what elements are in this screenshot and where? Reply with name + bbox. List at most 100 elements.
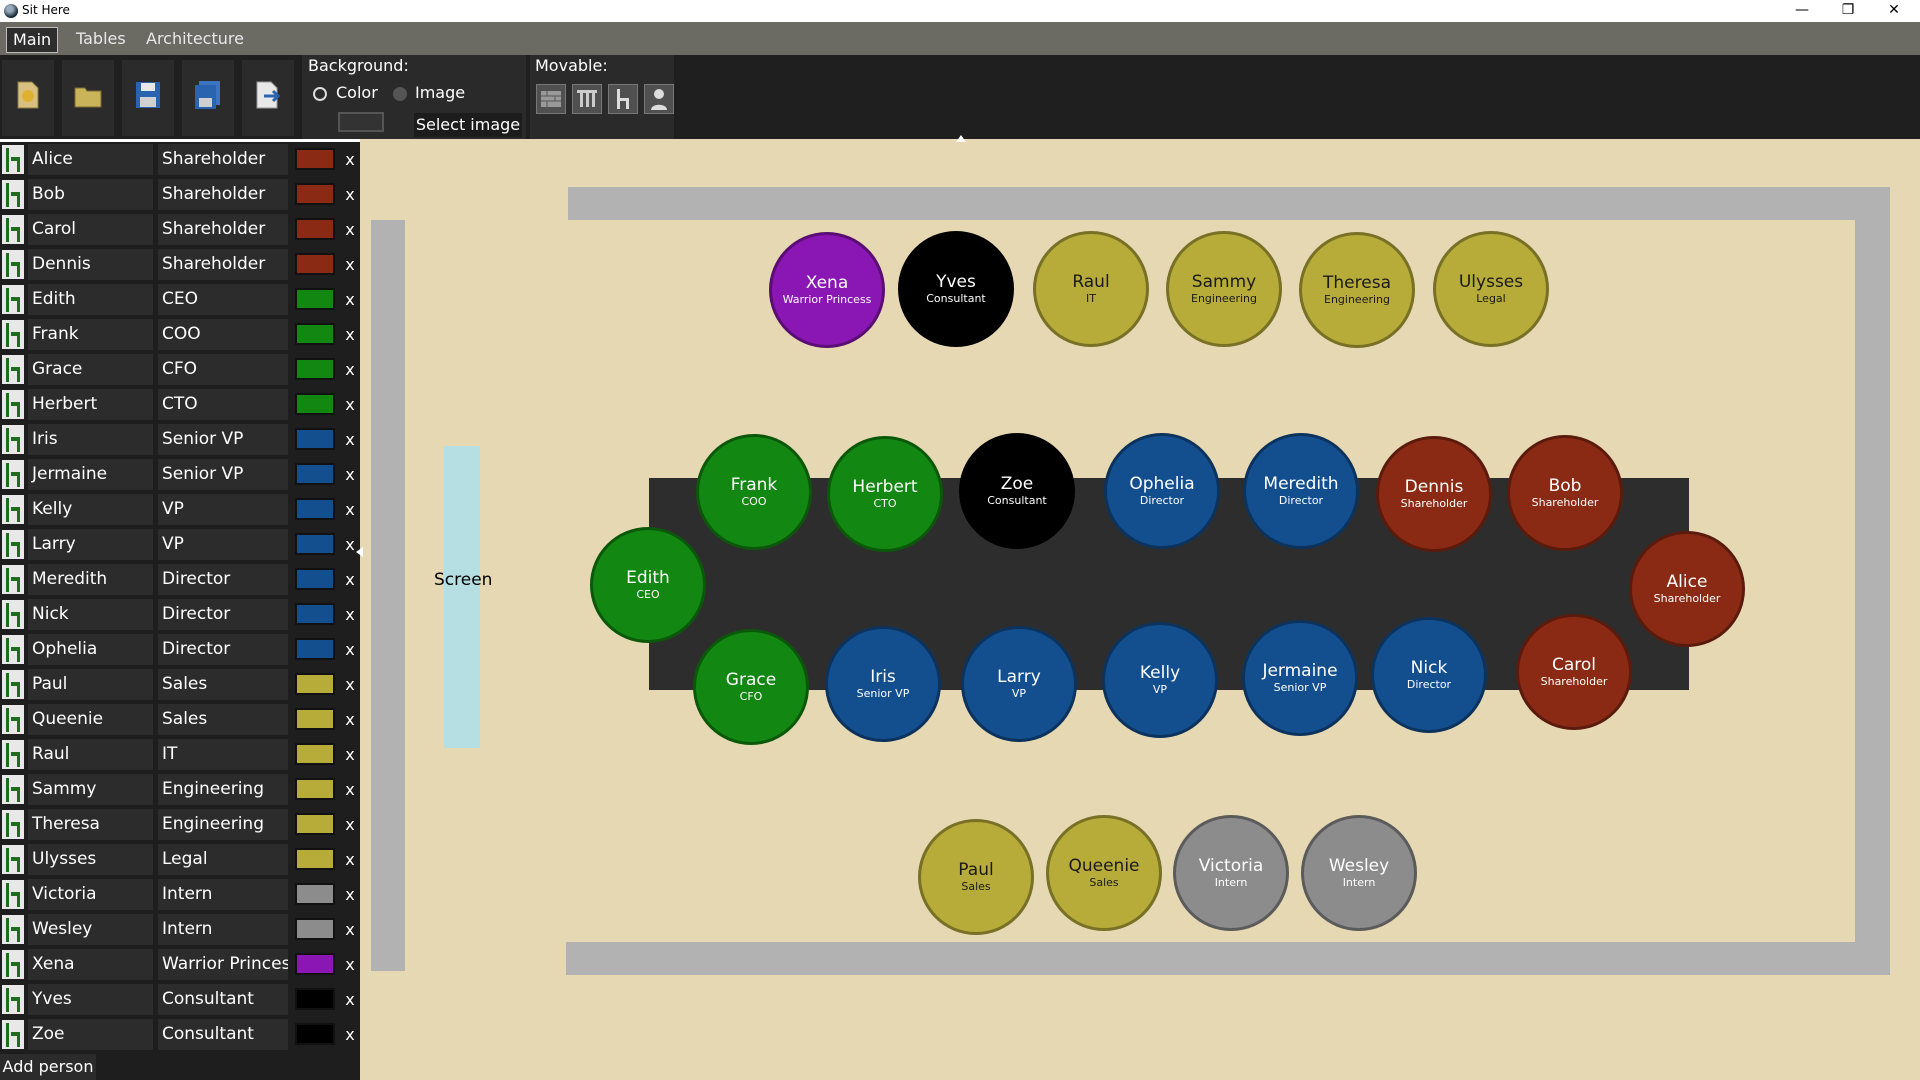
chair-icon[interactable]	[2, 670, 24, 699]
chair-icon[interactable]	[2, 565, 24, 594]
delete-person-button[interactable]: x	[342, 179, 358, 210]
chair-icon[interactable]	[2, 285, 24, 314]
person-role-field[interactable]: CFO	[158, 354, 288, 385]
image-radio[interactable]	[393, 87, 407, 101]
seated-person[interactable]: Kelly VP	[1102, 622, 1218, 738]
movable-people-toggle[interactable]	[644, 84, 674, 114]
person-color-swatch[interactable]	[295, 603, 335, 625]
seated-person[interactable]: Edith CEO	[590, 527, 706, 643]
wall-right[interactable]	[1855, 220, 1890, 975]
chair-icon[interactable]	[2, 845, 24, 874]
seated-person[interactable]: Paul Sales	[918, 819, 1034, 935]
person-name-field[interactable]: Raul	[28, 739, 153, 770]
add-person-button[interactable]: Add person	[0, 1054, 96, 1080]
person-color-swatch[interactable]	[295, 1023, 335, 1045]
delete-person-button[interactable]: x	[342, 844, 358, 875]
chair-icon[interactable]	[2, 460, 24, 489]
delete-person-button[interactable]: x	[342, 914, 358, 945]
person-name-field[interactable]: Dennis	[28, 249, 153, 280]
seated-person[interactable]: Raul IT	[1033, 231, 1149, 347]
person-color-swatch[interactable]	[295, 323, 335, 345]
seated-person[interactable]: Iris Senior VP	[825, 626, 941, 742]
chair-icon[interactable]	[2, 880, 24, 909]
person-name-field[interactable]: Iris	[28, 424, 153, 455]
chair-icon[interactable]	[2, 705, 24, 734]
person-color-swatch[interactable]	[295, 428, 335, 450]
delete-person-button[interactable]: x	[342, 144, 358, 175]
chair-icon[interactable]	[2, 740, 24, 769]
wall-bottom[interactable]	[566, 942, 1890, 975]
chair-icon[interactable]	[2, 775, 24, 804]
open-folder-button[interactable]	[62, 60, 114, 136]
chair-icon[interactable]	[2, 355, 24, 384]
seated-person[interactable]: Carol Shareholder	[1516, 614, 1632, 730]
chair-icon[interactable]	[2, 635, 24, 664]
person-name-field[interactable]: Alice	[28, 144, 153, 175]
person-color-swatch[interactable]	[295, 638, 335, 660]
seated-person[interactable]: Wesley Intern	[1301, 815, 1417, 931]
seated-person[interactable]: Queenie Sales	[1046, 815, 1162, 931]
person-color-swatch[interactable]	[295, 288, 335, 310]
delete-person-button[interactable]: x	[342, 739, 358, 770]
person-color-swatch[interactable]	[295, 358, 335, 380]
new-file-button[interactable]	[2, 60, 54, 136]
delete-person-button[interactable]: x	[342, 984, 358, 1015]
seated-person[interactable]: Xena Warrior Princess	[769, 232, 885, 348]
seated-person[interactable]: Ulysses Legal	[1433, 231, 1549, 347]
chair-icon[interactable]	[2, 425, 24, 454]
person-name-field[interactable]: Edith	[28, 284, 153, 315]
person-role-field[interactable]: Engineering	[158, 774, 288, 805]
delete-person-button[interactable]: x	[342, 319, 358, 350]
person-name-field[interactable]: Meredith	[28, 564, 153, 595]
person-color-swatch[interactable]	[295, 778, 335, 800]
person-name-field[interactable]: Herbert	[28, 389, 153, 420]
chair-icon[interactable]	[2, 250, 24, 279]
delete-person-button[interactable]: x	[342, 354, 358, 385]
seated-person[interactable]: Dennis Shareholder	[1376, 436, 1492, 552]
seated-person[interactable]: Bob Shareholder	[1507, 435, 1623, 551]
delete-person-button[interactable]: x	[342, 599, 358, 630]
delete-person-button[interactable]: x	[342, 949, 358, 980]
close-button[interactable]: ✕	[1871, 0, 1917, 22]
delete-person-button[interactable]: x	[342, 214, 358, 245]
chair-icon[interactable]	[2, 530, 24, 559]
person-color-swatch[interactable]	[295, 498, 335, 520]
chair-icon[interactable]	[2, 600, 24, 629]
person-color-swatch[interactable]	[295, 673, 335, 695]
person-name-field[interactable]: Zoe	[28, 1019, 153, 1050]
person-name-field[interactable]: Bob	[28, 179, 153, 210]
person-name-field[interactable]: Grace	[28, 354, 153, 385]
person-name-field[interactable]: Carol	[28, 214, 153, 245]
select-image-button[interactable]: Select image	[414, 113, 522, 137]
delete-person-button[interactable]: x	[342, 249, 358, 280]
seated-person[interactable]: Yves Consultant	[898, 231, 1014, 347]
person-name-field[interactable]: Nick	[28, 599, 153, 630]
seated-person[interactable]: Ophelia Director	[1104, 433, 1220, 549]
delete-person-button[interactable]: x	[342, 424, 358, 455]
person-color-swatch[interactable]	[295, 953, 335, 975]
delete-person-button[interactable]: x	[342, 1019, 358, 1050]
person-role-field[interactable]: Intern	[158, 879, 288, 910]
person-name-field[interactable]: Theresa	[28, 809, 153, 840]
person-role-field[interactable]: Shareholder	[158, 179, 288, 210]
delete-person-button[interactable]: x	[342, 879, 358, 910]
background-color-swatch[interactable]	[338, 112, 384, 132]
chair-icon[interactable]	[2, 1020, 24, 1049]
wall-top[interactable]	[568, 187, 1890, 220]
maximize-button[interactable]: ❐	[1825, 0, 1871, 22]
splitter-arrow-up-icon[interactable]	[956, 135, 966, 142]
person-role-field[interactable]: Consultant	[158, 984, 288, 1015]
person-name-field[interactable]: Victoria	[28, 879, 153, 910]
person-color-swatch[interactable]	[295, 253, 335, 275]
person-role-field[interactable]: Director	[158, 634, 288, 665]
chair-icon[interactable]	[2, 985, 24, 1014]
save-as-button[interactable]	[182, 60, 234, 136]
chair-icon[interactable]	[2, 950, 24, 979]
chair-icon[interactable]	[2, 145, 24, 174]
person-name-field[interactable]: Ulysses	[28, 844, 153, 875]
person-name-field[interactable]: Jermaine	[28, 459, 153, 490]
color-radio[interactable]	[313, 87, 327, 101]
save-button[interactable]	[122, 60, 174, 136]
person-role-field[interactable]: Shareholder	[158, 249, 288, 280]
chair-icon[interactable]	[2, 915, 24, 944]
